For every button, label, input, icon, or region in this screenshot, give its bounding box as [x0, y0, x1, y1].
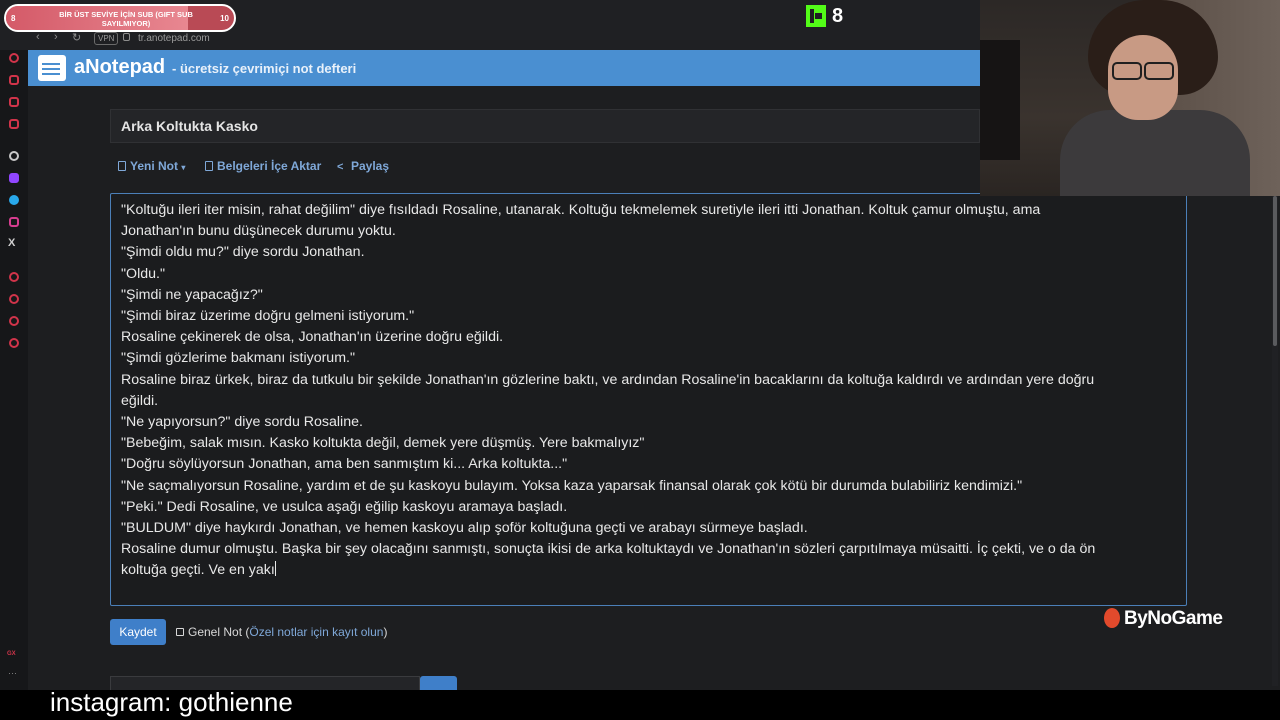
note-line: "Şimdi gözlerime bakmanı istiyorum." [121, 350, 355, 367]
note-line: Rosaline biraz ürkek, biraz da tutkulu b… [121, 371, 1095, 388]
file-import-icon [205, 161, 213, 171]
note-line: "Peki." Dedi Rosaline, ve usulca aşağı e… [121, 498, 568, 515]
browser-sidebar: X GX ··· [0, 50, 28, 690]
back-icon[interactable]: ‹ [36, 31, 40, 43]
instagram-caption: instagram: gothienne [50, 687, 293, 717]
text-cursor [274, 561, 276, 577]
note-line: "Şimdi ne yapacağız?" [121, 286, 263, 303]
note-line: koltuğa geçti. Ve en yakı [121, 561, 276, 579]
bynogame-logo-icon [1104, 608, 1120, 628]
note-line: "Şimdi biraz üzerime doğru gelmeni istiy… [121, 308, 415, 325]
kick-count: 8 [832, 5, 844, 27]
history-icon[interactable] [9, 294, 19, 304]
twitch-icon[interactable] [9, 173, 19, 183]
register-link[interactable]: Özel notlar için kayıt olun [249, 625, 383, 639]
note-line: "Ne yapıyorsun?" diye sordu Rosaline. [121, 414, 363, 431]
lock-icon [123, 33, 130, 41]
scrollbar-thumb[interactable] [1273, 196, 1277, 346]
save-button[interactable]: Kaydet [110, 619, 166, 645]
vpn-badge[interactable]: VPN [94, 32, 119, 45]
sidebar-player-icon[interactable] [9, 272, 19, 282]
note-line: eğildi. [121, 392, 159, 409]
share-icon: < [337, 161, 344, 173]
note-line: "Ne saçmalıyorsun Rosaline, yardım et de… [121, 477, 1023, 494]
sidebar-chat-icon[interactable] [9, 316, 19, 326]
notepad-logo-icon [38, 55, 66, 81]
sidebar-news-icon[interactable] [9, 119, 19, 129]
app-header: aNotepad - ücretsiz çevrimiçi not defter… [28, 50, 980, 86]
import-documents-button[interactable]: Belgeleri İçe Aktar [205, 159, 321, 173]
watermark-text: ByNoGame [1124, 608, 1223, 629]
telegram-icon[interactable] [9, 195, 19, 205]
webcam-overlay [980, 0, 1280, 196]
url-field[interactable]: tr.anotepad.com [138, 33, 210, 44]
note-line: "Bebeğim, salak mısın. Kasko koltukta de… [121, 435, 645, 452]
note-line: "Doğru söylüyorsun Jonathan, ama ben san… [121, 456, 568, 473]
microphone [980, 40, 1020, 160]
more-icon[interactable]: ··· [8, 668, 17, 678]
sub-goal-current: 8 [11, 14, 16, 23]
reload-icon[interactable]: ↻ [72, 31, 81, 44]
sub-goal-widget: 8 BİR ÜST SEVİYE İÇİN SUB (GIFT SUB SAYI… [4, 4, 236, 32]
share-button[interactable]: < Paylaş [337, 159, 389, 173]
sidebar-app-icon[interactable] [9, 53, 19, 63]
note-line: Jonathan'ın bunu düşünecek durumu yoktu. [121, 223, 396, 240]
import-label: Belgeleri İçe Aktar [217, 159, 322, 173]
share-label: Paylaş [351, 159, 390, 173]
new-note-label: Yeni Not [130, 159, 179, 173]
document-icon [118, 161, 126, 171]
sub-goal-title: BİR ÜST SEVİYE İÇİN SUB (GIFT SUB SAYILM… [59, 10, 193, 28]
page-scrollbar[interactable] [1272, 196, 1278, 686]
brand-tagline: - ücretsiz çevrimiçi not defteri [172, 61, 357, 76]
kick-logo-icon [806, 5, 826, 27]
sidebar-bag-icon[interactable] [9, 75, 19, 85]
note-line: "Oldu." [121, 265, 165, 282]
note-line: Rosaline çekinerek de olsa, Jonathan'ın … [121, 329, 504, 346]
x-icon[interactable]: X [8, 237, 15, 249]
note-title-field[interactable]: Arka Koltukta Kasko [110, 109, 980, 143]
note-body: "Koltuğu ileri iter misin, rahat değilim… [121, 200, 1176, 582]
browser-address-bar: ‹ › ↻ VPN tr.anotepad.com [28, 30, 980, 48]
note-line: Rosaline dumur olmuştu. Başka bir şey ol… [121, 541, 1096, 558]
note-line: "Koltuğu ileri iter misin, rahat değilim… [121, 202, 1041, 218]
note-line: "BULDUM" diye haykırdı Jonathan, ve heme… [121, 520, 808, 537]
note-visibility: Genel Not (Özel notlar için kayıt olun) [176, 625, 387, 639]
note-editor[interactable]: "Koltuğu ileri iter misin, rahat değilim… [110, 193, 1187, 606]
unlock-icon [176, 628, 184, 636]
forward-icon[interactable]: › [54, 31, 58, 43]
note-line: "Şimdi oldu mu?" diye sordu Jonathan. [121, 244, 365, 261]
sub-goal-target: 10 [220, 14, 229, 23]
search-button[interactable] [420, 676, 457, 690]
sidebar-message-icon[interactable] [9, 97, 19, 107]
gx-icon: GX [7, 651, 16, 657]
chatgpt-icon[interactable] [9, 151, 19, 161]
visibility-label: Genel Not [188, 625, 243, 639]
settings-icon[interactable] [9, 338, 19, 348]
caret-down-icon: ▾ [181, 163, 186, 172]
instagram-icon[interactable] [9, 217, 19, 227]
note-title: Arka Koltukta Kasko [121, 118, 258, 134]
new-note-button[interactable]: Yeni Not ▾ [118, 159, 185, 173]
brand-name[interactable]: aNotepad [74, 56, 165, 79]
